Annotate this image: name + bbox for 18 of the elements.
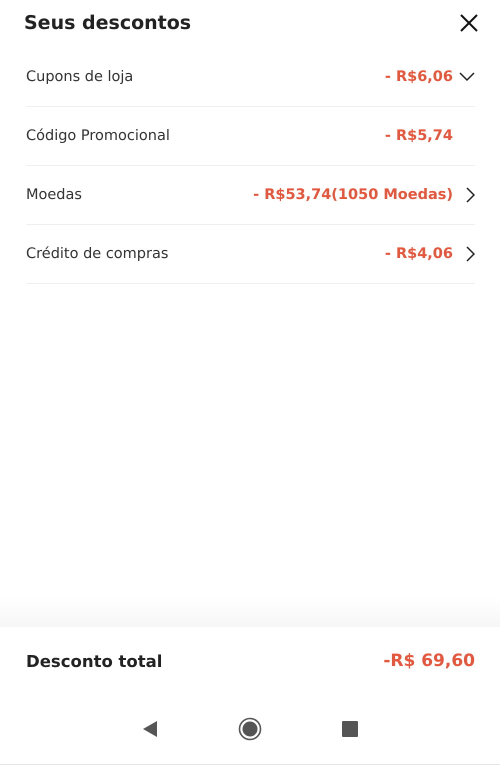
- discount-label: Moedas: [26, 187, 83, 203]
- chevron-right-icon: [466, 246, 475, 262]
- home-button[interactable]: [238, 716, 262, 740]
- total-label: Desconto total: [26, 652, 162, 670]
- recents-button[interactable]: [342, 720, 358, 736]
- discount-amount: - R$4,06: [384, 246, 453, 262]
- discount-label: Cupons de loja: [26, 69, 134, 85]
- close-button[interactable]: [458, 12, 480, 34]
- discount-label: Crédito de compras: [26, 246, 170, 262]
- back-button[interactable]: [142, 720, 158, 738]
- discount-amount: - R$5,74: [384, 128, 453, 144]
- sheet-title: Seus descontos: [24, 12, 192, 34]
- discount-amount: - R$53,74(1050 Moedas): [253, 187, 453, 203]
- chevron-right-icon: [466, 187, 475, 203]
- total-amount: -R$ 69,60: [383, 651, 475, 671]
- discount-amount: - R$6,06: [384, 69, 453, 85]
- chevron-down-icon: [459, 72, 475, 82]
- discount-label: Código Promocional: [26, 128, 171, 144]
